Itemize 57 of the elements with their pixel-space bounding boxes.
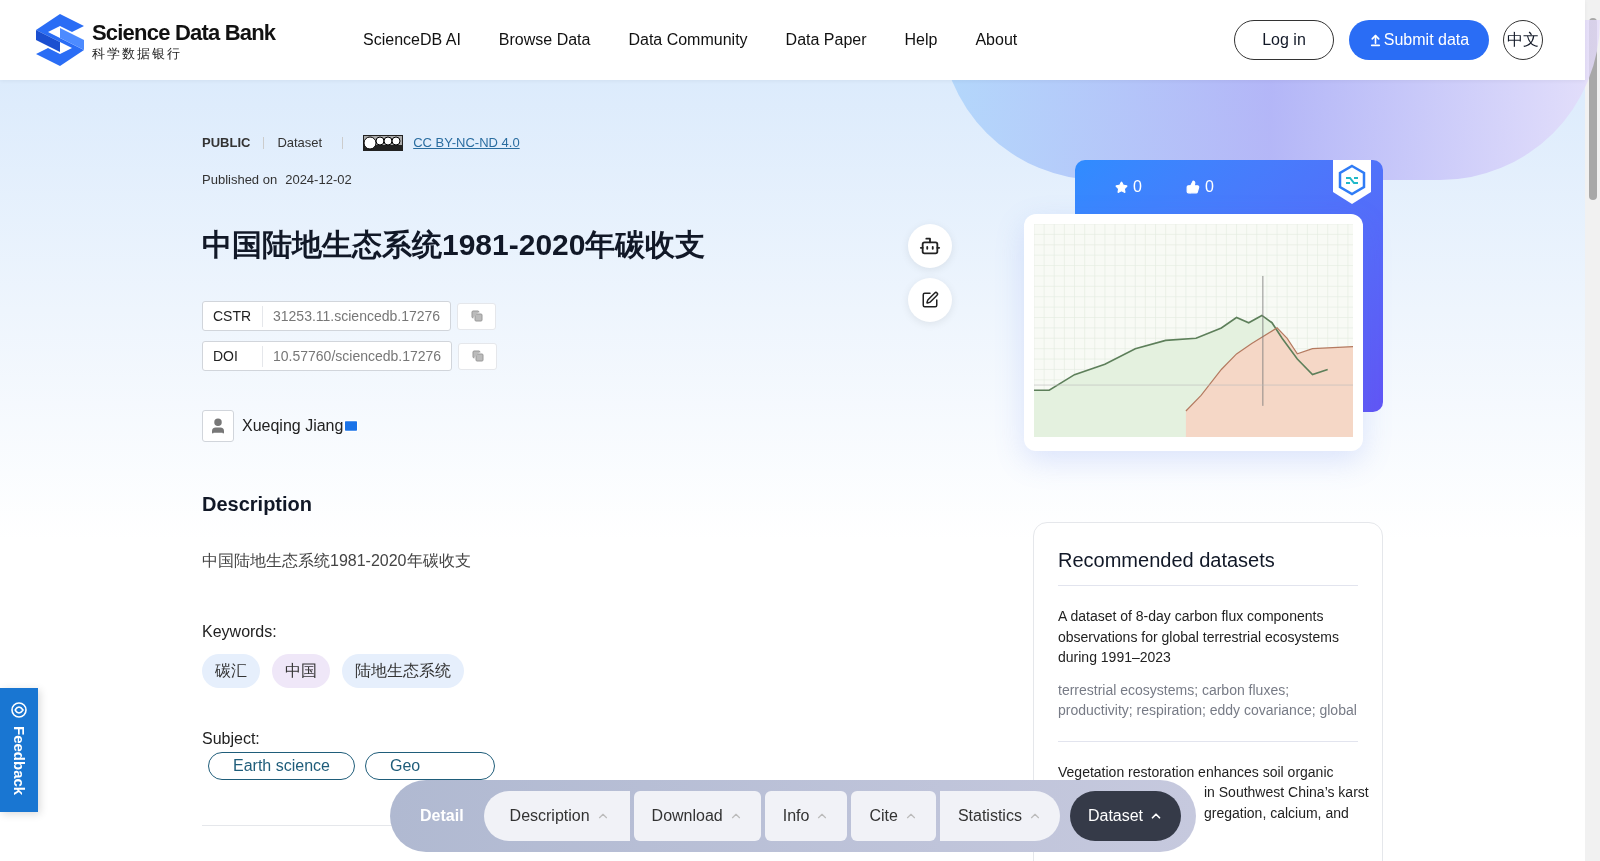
star-count: 0 xyxy=(1133,177,1142,197)
recommended-keywords: terrestrial ecosystems; carbon fluxes; productivity; respiration; eddy covariance; global xyxy=(1058,680,1358,720)
copy-icon xyxy=(470,310,483,322)
nav-link[interactable]: ScienceDB AI xyxy=(363,28,461,52)
feedback-icon xyxy=(9,700,29,720)
keyword-tag[interactable]: 中国 xyxy=(272,654,330,688)
license-link[interactable]: CC BY-NC-ND 4.0 xyxy=(413,133,520,153)
identifier-value: 10.57760/sciencedb.17276 xyxy=(272,346,442,366)
logo-subtitle: 科学数据银行 xyxy=(92,45,183,61)
type-label: Dataset xyxy=(277,134,323,153)
keyword-tag[interactable]: 陆地生态系统 xyxy=(342,654,464,688)
nav-link[interactable]: About xyxy=(975,28,1018,52)
recommended-title: Recommended datasets xyxy=(1058,547,1358,586)
robot-icon xyxy=(919,235,941,257)
subject-label: Subject: xyxy=(202,729,260,749)
recommended-dataset-link[interactable]: A dataset of 8-day carbon flux components observations for global terrestrial ecosystems during 1991–2023 xyxy=(1058,606,1358,668)
section-tab[interactable]: Cite xyxy=(851,791,936,841)
section-tab[interactable]: Download xyxy=(633,791,761,841)
scrollbar[interactable] xyxy=(1585,0,1600,861)
nav-link[interactable]: Help xyxy=(904,28,938,52)
identifier-value: 31253.11.sciencedb.17276 xyxy=(272,306,441,326)
submit-data-button[interactable]: Submit data xyxy=(1349,20,1489,60)
nav-link[interactable]: Data Paper xyxy=(785,28,867,52)
recommended-dataset-link[interactable]: Vegetation restoration enhances soil organic xyxy=(1058,761,1334,782)
published-label: Published on xyxy=(202,171,278,190)
logo-title: Science Data Bank xyxy=(92,19,276,46)
like-icon xyxy=(1185,180,1200,194)
keyword-tag[interactable]: 碳汇 xyxy=(202,654,260,688)
recommended-dataset-link[interactable]: in Southwest China’s karst xyxy=(1204,782,1369,803)
section-tab[interactable]: Description xyxy=(483,791,630,841)
identifier-label: DOI xyxy=(203,345,263,367)
cc-license-icon xyxy=(363,135,404,151)
like-count: 0 xyxy=(1204,177,1214,197)
language-button[interactable]: 中文 xyxy=(1503,20,1543,60)
description-text: 中国陆地生态系统1981-2020年碳收支 xyxy=(202,551,471,571)
recommended-dataset-link[interactable]: gregation, calcium, and xyxy=(1204,802,1349,823)
keywords-label: Keywords: xyxy=(202,622,277,642)
section-nav-title: Detail xyxy=(420,806,464,826)
copy-icon xyxy=(471,350,484,362)
access-label: PUBLIC xyxy=(202,134,251,153)
edit-icon xyxy=(921,291,939,309)
upload-icon xyxy=(1368,33,1382,47)
author-link[interactable]: Xueqing Jiang xyxy=(242,414,344,438)
section-tab[interactable]: Statistics xyxy=(939,791,1060,841)
hexagon-badge-icon xyxy=(1333,160,1371,204)
identifier-label: CSTR xyxy=(203,305,263,327)
star-icon xyxy=(1115,180,1128,194)
nav-link[interactable]: Data Community xyxy=(628,28,748,52)
nav-link[interactable]: Browse Data xyxy=(498,28,591,52)
feedback-tab[interactable]: Feedback xyxy=(0,688,38,812)
dataset-title: 中国陆地生态系统1981-2020年碳收支 xyxy=(202,227,706,263)
user-icon xyxy=(209,417,227,435)
login-button[interactable]: Log in xyxy=(1234,20,1334,60)
published-date: 2024-12-02 xyxy=(285,171,352,190)
section-heading: Description xyxy=(202,492,313,517)
section-tab[interactable]: Info xyxy=(764,791,848,841)
section-tab[interactable]: Dataset xyxy=(1069,791,1182,841)
